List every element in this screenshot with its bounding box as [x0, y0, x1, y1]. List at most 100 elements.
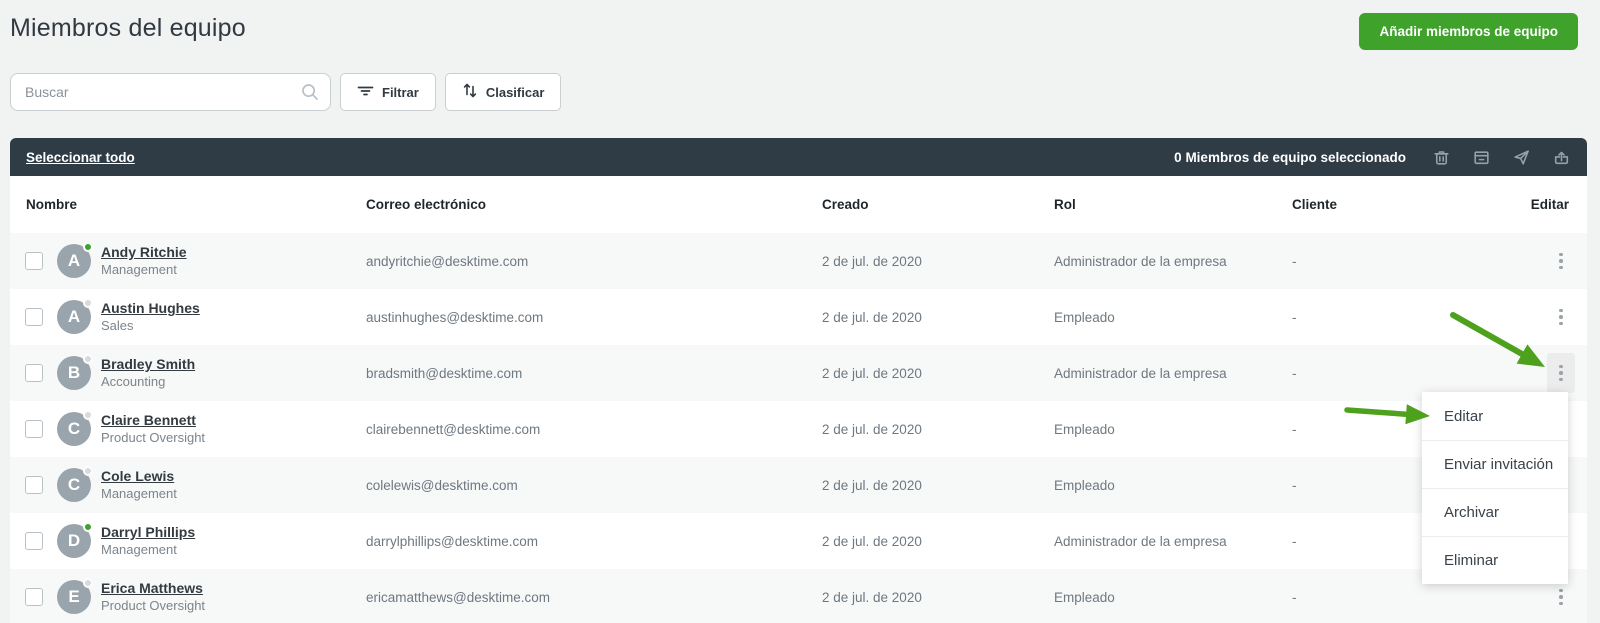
status-dot — [83, 354, 93, 364]
member-role: Empleado — [1054, 589, 1115, 605]
unarchive-icon[interactable] — [1552, 148, 1571, 167]
member-role: Administrador de la empresa — [1054, 365, 1227, 381]
table-header-row: Nombre Correo electrónico Creado Rol Cliente… — [10, 176, 1587, 233]
kebab-dot — [1559, 315, 1563, 319]
table-body: A Andy Ritchie Management andyritchie@de… — [10, 233, 1587, 623]
avatar: A — [57, 242, 93, 278]
selected-count: 0 — [1174, 149, 1182, 165]
filter-button-label: Filtrar — [382, 84, 419, 100]
row-checkbox[interactable] — [25, 476, 43, 494]
member-created-date: 2 de jul. de 2020 — [822, 309, 922, 325]
row-checkbox[interactable] — [25, 252, 43, 270]
avatar-initial: A — [67, 307, 81, 326]
row-checkbox[interactable] — [25, 532, 43, 550]
member-role: Administrador de la empresa — [1054, 253, 1227, 269]
filter-button[interactable]: Filtrar — [340, 73, 436, 111]
row-checkbox[interactable] — [25, 364, 43, 382]
selection-bar: Seleccionar todo 0 Miembros de equipo se… — [10, 138, 1587, 176]
status-dot — [83, 410, 93, 420]
column-header: Nombre — [26, 197, 78, 212]
kebab-dot — [1559, 259, 1563, 263]
kebab-dot — [1559, 321, 1563, 326]
status-dot — [83, 522, 93, 532]
member-created-date: 2 de jul. de 2020 — [822, 365, 922, 381]
search-input[interactable] — [10, 73, 331, 111]
toolbar: Filtrar Clasificar — [10, 73, 562, 111]
selection-bar-actions: 0 Miembros de equipo seleccionado — [1174, 148, 1571, 167]
member-team-label: Sales — [101, 318, 134, 333]
select-all-link[interactable]: Seleccionar todo — [26, 150, 135, 165]
sort-button-label: Clasificar — [485, 84, 545, 100]
member-team-label: Product Oversight — [101, 430, 206, 445]
kebab-dot — [1559, 588, 1563, 593]
member-role: Empleado — [1054, 477, 1115, 493]
member-team-label: Management — [101, 542, 177, 557]
member-created-date: 2 de jul. de 2020 — [822, 533, 922, 549]
member-team-label: Product Oversight — [101, 598, 206, 613]
row-checkbox[interactable] — [25, 588, 43, 606]
member-role: Empleado — [1054, 309, 1115, 325]
archive-icon[interactable] — [1472, 148, 1491, 167]
member-email: clairebennett@desktime.com — [366, 421, 541, 437]
member-client: - — [1292, 253, 1297, 269]
avatar-initial: C — [67, 475, 81, 494]
status-dot — [83, 242, 93, 252]
team-members-page: Miembros del equipo Añadir miembros de e… — [0, 0, 1600, 623]
member-team-label: Accounting — [101, 374, 166, 389]
member-role: Administrador de la empresa — [1054, 533, 1227, 549]
row-checkbox[interactable] — [25, 308, 43, 326]
column-header: Correo electrónico — [366, 197, 487, 212]
column-header: Cliente — [1292, 197, 1338, 212]
table-row: D Darryl Phillips Management darrylphill… — [10, 513, 1587, 569]
context-menu-item[interactable]: Editar — [1422, 392, 1568, 440]
kebab-dot — [1559, 265, 1563, 270]
kebab-dot — [1559, 364, 1563, 369]
sort-button[interactable]: Clasificar — [444, 73, 562, 111]
member-name-link[interactable]: Austin Hughes — [101, 300, 366, 317]
member-name-link[interactable]: Erica Matthews — [101, 580, 366, 597]
member-team-label: Management — [101, 262, 177, 277]
search-icon — [300, 82, 320, 107]
filter-icon — [357, 84, 374, 101]
member-client: - — [1292, 589, 1297, 605]
send-icon[interactable] — [1512, 148, 1531, 167]
member-name-link[interactable]: Bradley Smith — [101, 356, 366, 373]
kebab-dot — [1559, 595, 1563, 599]
column-header: Creado — [822, 197, 869, 212]
table-row: B Bradley Smith Accounting bradsmith@des… — [10, 345, 1587, 401]
member-name-link[interactable]: Claire Bennett — [101, 412, 366, 429]
member-created-date: 2 de jul. de 2020 — [822, 253, 922, 269]
context-menu-item[interactable]: Archivar — [1422, 488, 1568, 536]
avatar: D — [57, 522, 93, 558]
member-created-date: 2 de jul. de 2020 — [822, 589, 922, 605]
kebab-dot — [1559, 371, 1563, 375]
status-dot — [83, 298, 93, 308]
context-menu-item[interactable]: Eliminar — [1422, 536, 1568, 584]
member-created-date: 2 de jul. de 2020 — [822, 421, 922, 437]
row-menu-button[interactable] — [1547, 353, 1575, 393]
avatar-initial: A — [67, 251, 81, 270]
row-checkbox[interactable] — [25, 420, 43, 438]
row-context-menu: Editar Enviar invitación Archivar Eliminar — [1422, 392, 1568, 584]
member-email: austinhughes@desktime.com — [366, 309, 544, 325]
column-header: Rol — [1054, 197, 1076, 212]
row-menu-button[interactable] — [1547, 241, 1575, 281]
kebab-dot — [1559, 252, 1563, 257]
context-menu-item[interactable]: Enviar invitación — [1422, 440, 1568, 488]
avatar: B — [57, 354, 93, 390]
add-team-members-button[interactable]: Añadir miembros de equipo — [1359, 13, 1578, 50]
member-name-link[interactable]: Cole Lewis — [101, 468, 366, 485]
member-name-link[interactable]: Darryl Phillips — [101, 524, 366, 541]
row-menu-button[interactable] — [1547, 297, 1575, 337]
member-name-link[interactable]: Andy Ritchie — [101, 244, 366, 261]
member-email: darrylphillips@desktime.com — [366, 533, 539, 549]
avatar-initial: B — [67, 363, 81, 382]
member-role: Empleado — [1054, 421, 1115, 437]
member-client: - — [1292, 309, 1297, 325]
table-row: E Erica Matthews Product Oversight erica… — [10, 569, 1587, 623]
avatar: E — [57, 578, 93, 614]
selected-count-label: Miembros de equipo seleccionado — [1185, 149, 1406, 165]
kebab-dot — [1559, 377, 1563, 382]
member-email: bradsmith@desktime.com — [366, 365, 523, 381]
trash-icon[interactable] — [1432, 148, 1451, 167]
